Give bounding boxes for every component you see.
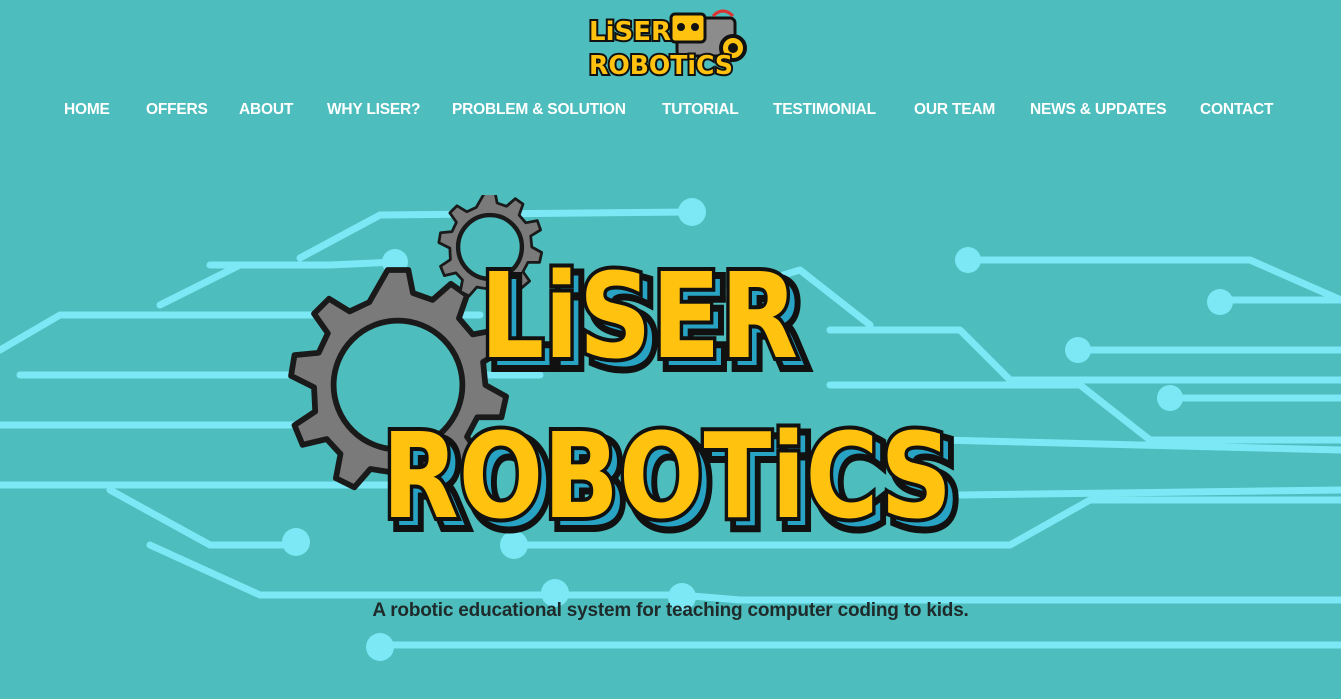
nav-item-contact[interactable]: CONTACT	[1200, 98, 1273, 122]
hero-logo: LiSER LiSER ROBOTiCS ROBOTiCS	[270, 190, 970, 560]
site-logo-line1: LiSER	[589, 17, 671, 47]
site-logo-line2: ROBOTiCS	[589, 51, 733, 80]
hero-logo-line1: LiSER	[480, 247, 798, 385]
site-header: LiSER ROBOTiCS HOME OFFERS ABOUT WHY LIS…	[0, 0, 1341, 140]
page: LiSER ROBOTiCS HOME OFFERS ABOUT WHY LIS…	[0, 0, 1341, 699]
hero-logo-graphic: LiSER LiSER ROBOTiCS ROBOTiCS	[270, 190, 967, 560]
hero-tagline: A robotic educational system for teachin…	[372, 600, 969, 621]
site-logo-graphic: LiSER ROBOTiCS	[587, 9, 747, 83]
nav-item-about[interactable]: ABOUT	[239, 98, 293, 122]
nav-item-our-team[interactable]: OUR TEAM	[914, 98, 995, 122]
main-nav: HOME OFFERS ABOUT WHY LISER? PROBLEM & S…	[0, 98, 1341, 122]
nav-item-offers[interactable]: OFFERS	[146, 98, 208, 122]
site-logo[interactable]: LiSER ROBOTiCS	[585, 8, 760, 83]
nav-item-testimonial[interactable]: TESTIMONIAL	[773, 98, 876, 122]
nav-item-home[interactable]: HOME	[64, 98, 110, 122]
hero-logo-line2: ROBOTiCS	[382, 407, 952, 545]
nav-item-tutorial[interactable]: TUTORIAL	[662, 98, 739, 122]
nav-item-problem-solution[interactable]: PROBLEM & SOLUTION	[452, 98, 626, 122]
nav-item-news-updates[interactable]: NEWS & UPDATES	[1030, 98, 1167, 122]
nav-item-why-liser[interactable]: WHY LISER?	[327, 98, 421, 122]
